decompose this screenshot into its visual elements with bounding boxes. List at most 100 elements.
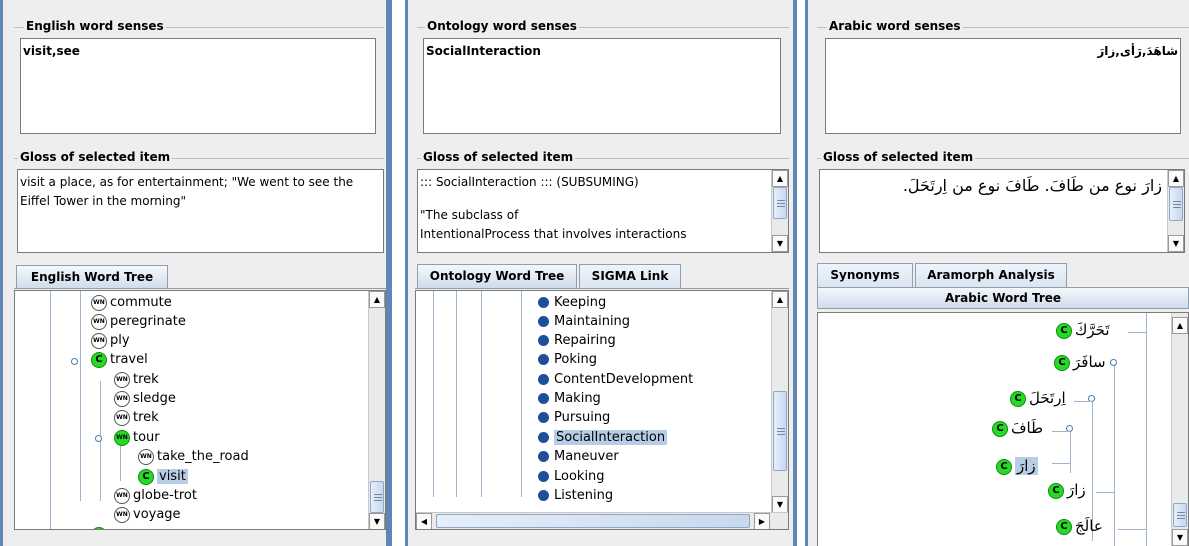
ontology-panel: Ontology word senses SocialInteraction G… bbox=[405, 0, 797, 546]
scroll-right-icon[interactable]: ▶ bbox=[754, 513, 770, 529]
tree-node[interactable]: C طَافَ bbox=[992, 419, 1043, 438]
tree-node[interactable]: WN tour bbox=[114, 428, 160, 447]
vertical-scrollbar[interactable]: ▲ ▼ bbox=[771, 170, 788, 252]
english-senses-field[interactable]: visit,see bbox=[20, 38, 376, 134]
expand-toggle[interactable] bbox=[95, 435, 102, 442]
tree-node[interactable]: WN peregrinate bbox=[91, 312, 186, 331]
scroll-thumb[interactable] bbox=[370, 481, 384, 513]
scroll-thumb[interactable] bbox=[1173, 503, 1187, 527]
tree-node[interactable]: C اِرتَحَلَ bbox=[1010, 389, 1066, 408]
vertical-scrollbar[interactable]: ▲ ▼ bbox=[1167, 170, 1184, 252]
vertical-scrollbar[interactable]: ▲ ▼ bbox=[368, 291, 385, 529]
tree-node[interactable]: Ctravel bbox=[91, 350, 148, 369]
scroll-thumb[interactable] bbox=[436, 514, 750, 528]
scroll-down-icon[interactable]: ▼ bbox=[1172, 529, 1188, 546]
frame-edge bbox=[386, 0, 392, 546]
tree-node[interactable]: WN sledge bbox=[114, 389, 176, 408]
concept-icon: C bbox=[91, 351, 107, 368]
ontology-gloss-title: Gloss of selected item bbox=[421, 150, 576, 164]
concept-bullet-icon bbox=[538, 354, 549, 365]
tree-node[interactable]: Listening bbox=[538, 486, 613, 505]
concept-bullet-icon bbox=[538, 374, 549, 385]
scroll-thumb[interactable] bbox=[773, 187, 787, 219]
tab-aramorph-analysis[interactable]: Aramorph Analysis bbox=[915, 263, 1067, 287]
ontology-senses-field[interactable]: SocialInteraction bbox=[423, 38, 781, 134]
tree-line bbox=[433, 291, 434, 497]
concept-bullet-icon bbox=[538, 412, 549, 423]
scroll-left-icon[interactable]: ◀ bbox=[416, 513, 432, 529]
vertical-scrollbar[interactable]: ▲ ▼ bbox=[771, 291, 788, 513]
tree-node[interactable]: WN trek bbox=[114, 370, 159, 389]
concept-bullet-icon bbox=[538, 393, 549, 404]
wn-icon: WN bbox=[114, 409, 130, 426]
scroll-up-icon[interactable]: ▲ bbox=[369, 291, 385, 308]
arabic-word-tree-header[interactable]: Arabic Word Tree bbox=[817, 287, 1189, 309]
tree-node[interactable] bbox=[91, 525, 110, 529]
concept-icon bbox=[91, 526, 107, 529]
tree-node[interactable]: Making bbox=[538, 389, 601, 408]
tree-node[interactable]: C زارَ bbox=[1048, 481, 1086, 500]
expand-toggle[interactable] bbox=[1110, 359, 1117, 366]
expand-toggle[interactable] bbox=[71, 358, 78, 365]
tab-border bbox=[415, 288, 789, 289]
tree-node[interactable]: C تَحَرَّكَ bbox=[1056, 321, 1110, 340]
tree-line bbox=[80, 291, 81, 501]
tree-node-selected[interactable]: Cvisit bbox=[138, 467, 188, 486]
arabic-senses-title: Arabic word senses bbox=[827, 19, 963, 33]
tree-node[interactable]: Looking bbox=[538, 467, 605, 486]
tree-node[interactable]: ContentDevelopment bbox=[538, 370, 693, 389]
tab-ontology-word-tree[interactable]: Ontology Word Tree bbox=[417, 264, 577, 288]
scroll-thumb[interactable] bbox=[1169, 187, 1183, 221]
concept-icon: C bbox=[138, 468, 154, 485]
scroll-down-icon[interactable]: ▼ bbox=[772, 496, 788, 513]
tab-english-word-tree[interactable]: English Word Tree bbox=[16, 265, 168, 289]
tree-node[interactable]: WN voyage bbox=[114, 505, 181, 524]
concept-icon: C bbox=[1010, 390, 1026, 407]
scroll-up-icon[interactable]: ▲ bbox=[772, 291, 788, 308]
tree-node[interactable]: Maintaining bbox=[538, 312, 630, 331]
wn-icon: WN bbox=[114, 371, 130, 388]
tree-node[interactable]: C عالَجَ bbox=[1056, 517, 1103, 536]
frame-edge bbox=[805, 0, 808, 546]
scroll-down-icon[interactable]: ▼ bbox=[1168, 235, 1184, 252]
ontology-senses-title: Ontology word senses bbox=[425, 19, 579, 33]
ontology-gloss-field[interactable]: ::: SocialInteraction ::: (SUBSUMING) "T… bbox=[417, 169, 789, 253]
frame-edge bbox=[405, 0, 408, 546]
concept-bullet-icon bbox=[538, 490, 549, 501]
tree-line bbox=[1114, 363, 1115, 546]
tree-node[interactable]: Maneuver bbox=[538, 447, 619, 466]
tree-node[interactable]: WN commute bbox=[91, 293, 172, 312]
tree-node[interactable]: WN trek bbox=[114, 408, 159, 427]
tree-node[interactable]: WN take_the_road bbox=[138, 447, 249, 466]
tree-node[interactable]: Poking bbox=[538, 350, 597, 369]
english-word-tree[interactable]: WN commute WN peregrinate WN ply Ctravel WN… bbox=[14, 290, 386, 530]
scroll-up-icon[interactable]: ▲ bbox=[1168, 170, 1184, 187]
wn-icon: WN bbox=[91, 332, 107, 349]
concept-bullet-icon bbox=[538, 451, 549, 462]
scroll-down-icon[interactable]: ▼ bbox=[369, 513, 385, 529]
tree-node[interactable]: WN ply bbox=[91, 331, 130, 350]
tree-node-selected[interactable]: SocialInteraction bbox=[538, 428, 668, 447]
tab-sigma-link[interactable]: SIGMA Link bbox=[579, 264, 681, 288]
ontology-word-tree[interactable]: Keeping Maintaining Repairing Poking Con… bbox=[415, 290, 789, 530]
horizontal-scrollbar[interactable]: ◀ ▶ bbox=[416, 512, 788, 529]
tree-node-selected[interactable]: C زارَ bbox=[996, 451, 1038, 481]
english-gloss-field[interactable]: visit a place, as for entertainment; "We… bbox=[17, 169, 384, 253]
wn-icon: WN bbox=[138, 448, 154, 465]
concept-icon: C bbox=[1054, 354, 1070, 371]
arabic-word-tree[interactable]: C تَحَرَّكَ C سافَرَ C اِرتَحَلَ C طَافَ C زا… bbox=[817, 312, 1189, 546]
tab-synonyms[interactable]: Synonyms bbox=[817, 263, 913, 287]
vertical-scrollbar[interactable]: ▲ ▼ bbox=[1171, 313, 1188, 546]
arabic-panel: Arabic word senses شاهَدَ,رَأى,زارَ Glos… bbox=[805, 0, 1189, 546]
tree-node[interactable]: C سافَرَ bbox=[1054, 353, 1106, 372]
tree-node[interactable]: WN globe-trot bbox=[114, 486, 197, 505]
tree-node[interactable]: Pursuing bbox=[538, 408, 610, 427]
scroll-down-icon[interactable]: ▼ bbox=[772, 235, 788, 252]
scroll-up-icon[interactable]: ▲ bbox=[772, 170, 788, 187]
tree-node[interactable]: Repairing bbox=[538, 331, 616, 350]
scroll-thumb[interactable] bbox=[773, 391, 787, 471]
arabic-gloss-field[interactable]: زارَ نوع من طَافَ. طَافَ نوع من اِرتَحَل… bbox=[819, 169, 1185, 253]
scroll-up-icon[interactable]: ▲ bbox=[1172, 317, 1188, 334]
arabic-senses-field[interactable]: شاهَدَ,رَأى,زارَ bbox=[825, 38, 1181, 134]
tree-node[interactable]: Keeping bbox=[538, 293, 606, 312]
